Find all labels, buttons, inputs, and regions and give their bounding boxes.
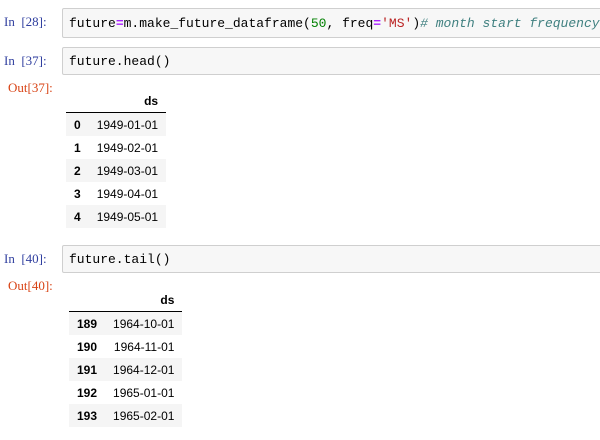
index-header [69,288,106,312]
table-row: 189 1964-10-01 [69,311,183,335]
code-token: = [115,15,124,31]
ds-cell: 1949-03-01 [96,163,159,178]
row-index: 189 [77,316,98,331]
code-comment: # month start frequency [420,15,600,31]
row-index: 191 [77,362,98,377]
code-token: 50 [310,15,327,31]
row-index: 193 [77,408,98,423]
table-row: 2 1949-03-01 [66,159,167,182]
in-prompt: In [28]: [4,14,47,29]
dataframe-table: ds 0 1949-01-01 1 1949-02-01 2 1949-03-01 3 194… [66,89,167,228]
row-index: 4 [74,209,81,224]
ds-cell: 1949-02-01 [96,140,159,155]
code-input[interactable]: future = m.make_future_dataframe(50, fre… [62,8,600,38]
code-token: future [69,15,116,31]
ds-cell: 1965-02-01 [113,408,175,423]
out-prompt: Out[40]: [8,278,53,293]
row-index: 190 [77,339,98,354]
table-row: 190 1964-11-01 [69,335,182,358]
in-prompt: In [37]: [4,53,47,68]
code-token: 'MS' [381,15,413,31]
ds-cell: 1965-01-01 [113,385,175,400]
ds-cell: 1964-12-01 [113,362,175,377]
out-prompt: Out[37]: [8,80,53,95]
table-row: 191 1964-12-01 [69,358,183,381]
code-token: = [373,15,382,31]
row-index: 3 [74,186,81,201]
table-row: 193 1965-02-01 [69,404,183,427]
code-token: m.make_future_dataframe( [123,15,311,31]
table-row: 192 1965-01-01 [69,381,182,404]
index-header [66,89,89,113]
code-token: ) [412,15,421,31]
ds-cell: 1964-11-01 [113,339,175,354]
in-prompt: In [40]: [4,251,47,266]
table-row: 0 1949-01-01 [66,112,167,136]
row-index: 0 [74,117,81,132]
row-index: 192 [77,385,98,400]
column-header: ds [88,89,167,113]
table-row: 1 1949-02-01 [66,136,166,159]
dataframe-table: ds 189 1964-10-01 190 1964-11-01 191 1964-12-… [69,288,183,427]
column-header: ds [105,288,183,312]
table-row: 4 1949-05-01 [66,205,167,228]
code-token: , freq [326,15,374,31]
table-row: 3 1949-04-01 [66,182,166,205]
ds-cell: 1949-04-01 [96,186,159,201]
ds-cell: 1949-05-01 [96,209,159,224]
row-index: 2 [74,163,81,178]
ds-cell: 1949-01-01 [96,117,159,132]
code-input[interactable]: future.head() [62,47,600,75]
code-input[interactable]: future.tail() [62,245,600,273]
ds-cell: 1964-10-01 [113,316,175,331]
row-index: 1 [74,140,81,155]
